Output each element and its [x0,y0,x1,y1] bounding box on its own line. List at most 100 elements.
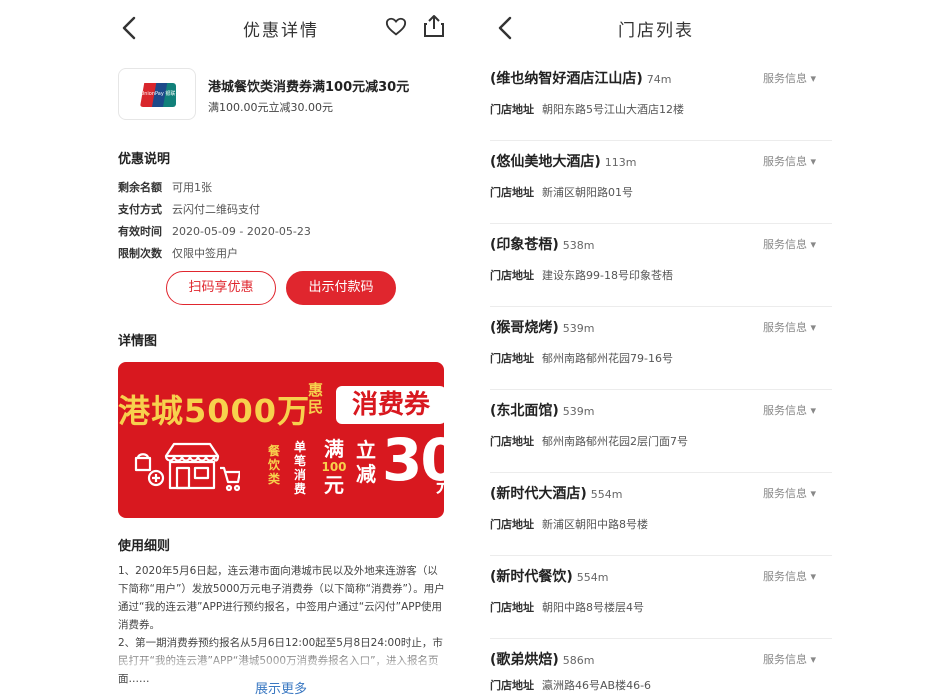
store-item[interactable]: (东北面馆) 539m 服务信息 ▾ 门店地址 郁州南路郁州花园2层门面7号 [490,390,832,473]
store-address-label: 门店地址 [490,601,534,614]
store-distance: 74m [646,73,672,86]
promo-banner: 港城5000万 惠民 消费券 餐饮类 单笔消费 满 100 元 立减 30 [118,362,444,518]
show-paycode-button[interactable]: 出示付款码 [286,271,396,305]
chevron-down-icon: ▾ [810,72,816,85]
store-name-row: (猴哥烧烤) 539m [490,317,595,337]
info-row-limit: 限制次数 仅限中签用户 [118,245,238,261]
store-item[interactable]: (新时代大酒店) 554m 服务信息 ▾ 门店地址 新浦区朝阳中路8号楼 [490,473,832,556]
banner-man: 满 [324,437,344,461]
store-distance: 538m [562,239,595,252]
store-address: 新浦区朝阳中路8号楼 [542,518,648,531]
store-address-label: 门店地址 [490,435,534,448]
share-icon[interactable] [423,14,445,38]
shop-icon [134,442,240,492]
store-address-row: 门店地址 瀛洲路46号AB楼46-6 [490,677,651,693]
store-address-row: 门店地址 建设东路99-18号印象苍梧 [490,267,673,283]
unionpay-logo: UnionPay 银联 [140,83,176,107]
chevron-down-icon: ▾ [810,404,816,417]
store-item[interactable]: (悠仙美地大酒店) 113m 服务信息 ▾ 门店地址 新浦区朝阳路01号 [490,141,832,224]
coupon-header: UnionPay 银联 港城餐饮类消费券满100元减30元 满100.00元立减… [118,68,448,124]
store-name: (新时代大酒店) [490,486,587,502]
store-address: 新浦区朝阳路01号 [542,186,633,199]
service-info-toggle[interactable]: 服务信息 ▾ [763,236,816,252]
service-info-label: 服务信息 [762,72,807,85]
service-info-label: 服务信息 [762,155,807,168]
info-key: 剩余名额 [118,181,162,194]
store-name-row: (印象苍梧) 538m [490,234,595,254]
store-list-panel: 门店列表 (维也纳智好酒店江山店) 74m 服务信息 ▾ 门店地址 朝阳东路5号江山… [470,0,941,700]
unionpay-logo-box: UnionPay 银联 [118,68,196,120]
service-info-label: 服务信息 [762,321,807,334]
coupon-name: 港城餐饮类消费券满100元减30元 [208,80,410,95]
scan-qr-button[interactable]: 扫码享优惠 [166,271,276,305]
store-address-label: 门店地址 [490,518,534,531]
service-info-label: 服务信息 [762,238,807,251]
chevron-down-icon: ▾ [810,570,816,583]
nav-bar: 门店列表 [470,0,941,56]
rule-paragraph: 1、2020年5月6日起，连云港市面向港城市民以及外地来连游客（以下简称“用户”… [118,565,445,631]
info-key: 限制次数 [118,247,162,260]
store-distance: 554m [576,571,609,584]
service-info-toggle[interactable]: 服务信息 ▾ [763,402,816,418]
store-address: 郁州南路郁州花园79-16号 [542,352,673,365]
store-name: (东北面馆) [490,403,559,419]
store-address-row: 门店地址 新浦区朝阳路01号 [490,184,633,200]
store-name: (猴哥烧烤) [490,320,559,336]
coupon-subtitle: 满100.00元立减30.00元 [208,101,333,114]
info-row-payment: 支付方式 云闪付二维码支付 [118,201,260,217]
heart-icon[interactable] [385,16,407,38]
service-info-toggle[interactable]: 服务信息 ▾ [763,568,816,584]
chevron-down-icon: ▾ [810,238,816,251]
service-info-toggle[interactable]: 服务信息 ▾ [763,485,816,501]
info-row-validity: 有效时间 2020-05-09 - 2020-05-23 [118,223,311,239]
unionpay-logo-text: UnionPay 银联 [140,91,176,97]
store-distance: 586m [562,654,595,667]
store-item[interactable]: (新时代餐饮) 554m 服务信息 ▾ 门店地址 朝阳中路8号楼层4号 [490,556,832,639]
store-item[interactable]: (歌弟烘焙) 586m 服务信息 ▾ 门店地址 瀛洲路46号AB楼46-6 [490,639,832,700]
service-info-toggle[interactable]: 服务信息 ▾ [763,651,816,667]
store-address: 建设东路99-18号印象苍梧 [542,269,673,282]
banner-thirty: 30 [382,426,444,494]
service-info-toggle[interactable]: 服务信息 ▾ [763,70,816,86]
store-item[interactable]: (印象苍梧) 538m 服务信息 ▾ 门店地址 建设东路99-18号印象苍梧 [490,224,832,307]
service-info-label: 服务信息 [762,570,807,583]
service-info-label: 服务信息 [762,404,807,417]
store-distance: 113m [604,156,637,169]
chevron-down-icon: ▾ [810,653,816,666]
info-key: 有效时间 [118,225,162,238]
store-item[interactable]: (维也纳智好酒店江山店) 74m 服务信息 ▾ 门店地址 朝阳东路5号江山大酒店12… [490,58,832,141]
store-address-label: 门店地址 [490,103,534,116]
store-name-row: (新时代餐饮) 554m [490,566,609,586]
banner-threshold: 满 100 元 [314,438,354,496]
banner-yuan: 元 [436,472,444,498]
store-address-row: 门店地址 郁州南路郁州花园79-16号 [490,350,673,366]
banner-huimin: 惠民 [308,381,324,416]
store-address-label: 门店地址 [490,186,534,199]
banner-lijian: 立减 [356,438,376,486]
show-more-link[interactable]: 展示更多 [0,678,470,697]
rules-fade [110,656,460,674]
banner-yuan-small: 元 [324,473,344,497]
coupon-detail-panel: 优惠详情 UnionPay 银联 港城餐饮类消费券满100元减30元 满100.… [0,0,470,700]
chevron-down-icon: ▾ [810,155,816,168]
info-row-remaining: 剩余名额 可用1张 [118,179,212,195]
store-distance: 539m [562,405,595,418]
nav-bar: 优惠详情 [0,0,470,56]
service-info-label: 服务信息 [762,487,807,500]
store-name-row: (悠仙美地大酒店) 113m [490,151,637,171]
store-name: (歌弟烘焙) [490,652,559,668]
rules-section-title: 使用细则 [118,539,171,554]
store-address-row: 门店地址 郁州南路郁州花园2层门面7号 [490,433,688,449]
store-address-row: 门店地址 朝阳中路8号楼层4号 [490,599,644,615]
store-address: 瀛洲路46号AB楼46-6 [542,679,652,692]
store-item[interactable]: (猴哥烧烤) 539m 服务信息 ▾ 门店地址 郁州南路郁州花园79-16号 [490,307,832,390]
banner-single-spend: 单笔消费 [294,440,307,496]
store-name: (印象苍梧) [490,237,559,253]
service-info-toggle[interactable]: 服务信息 ▾ [763,319,816,335]
info-value: 2020-05-09 - 2020-05-23 [172,225,311,238]
info-value: 云闪付二维码支付 [172,203,260,216]
store-address: 朝阳中路8号楼层4号 [542,601,644,614]
store-name-row: (东北面馆) 539m [490,400,595,420]
detail-image-title: 详情图 [118,334,158,349]
service-info-toggle[interactable]: 服务信息 ▾ [763,153,816,169]
